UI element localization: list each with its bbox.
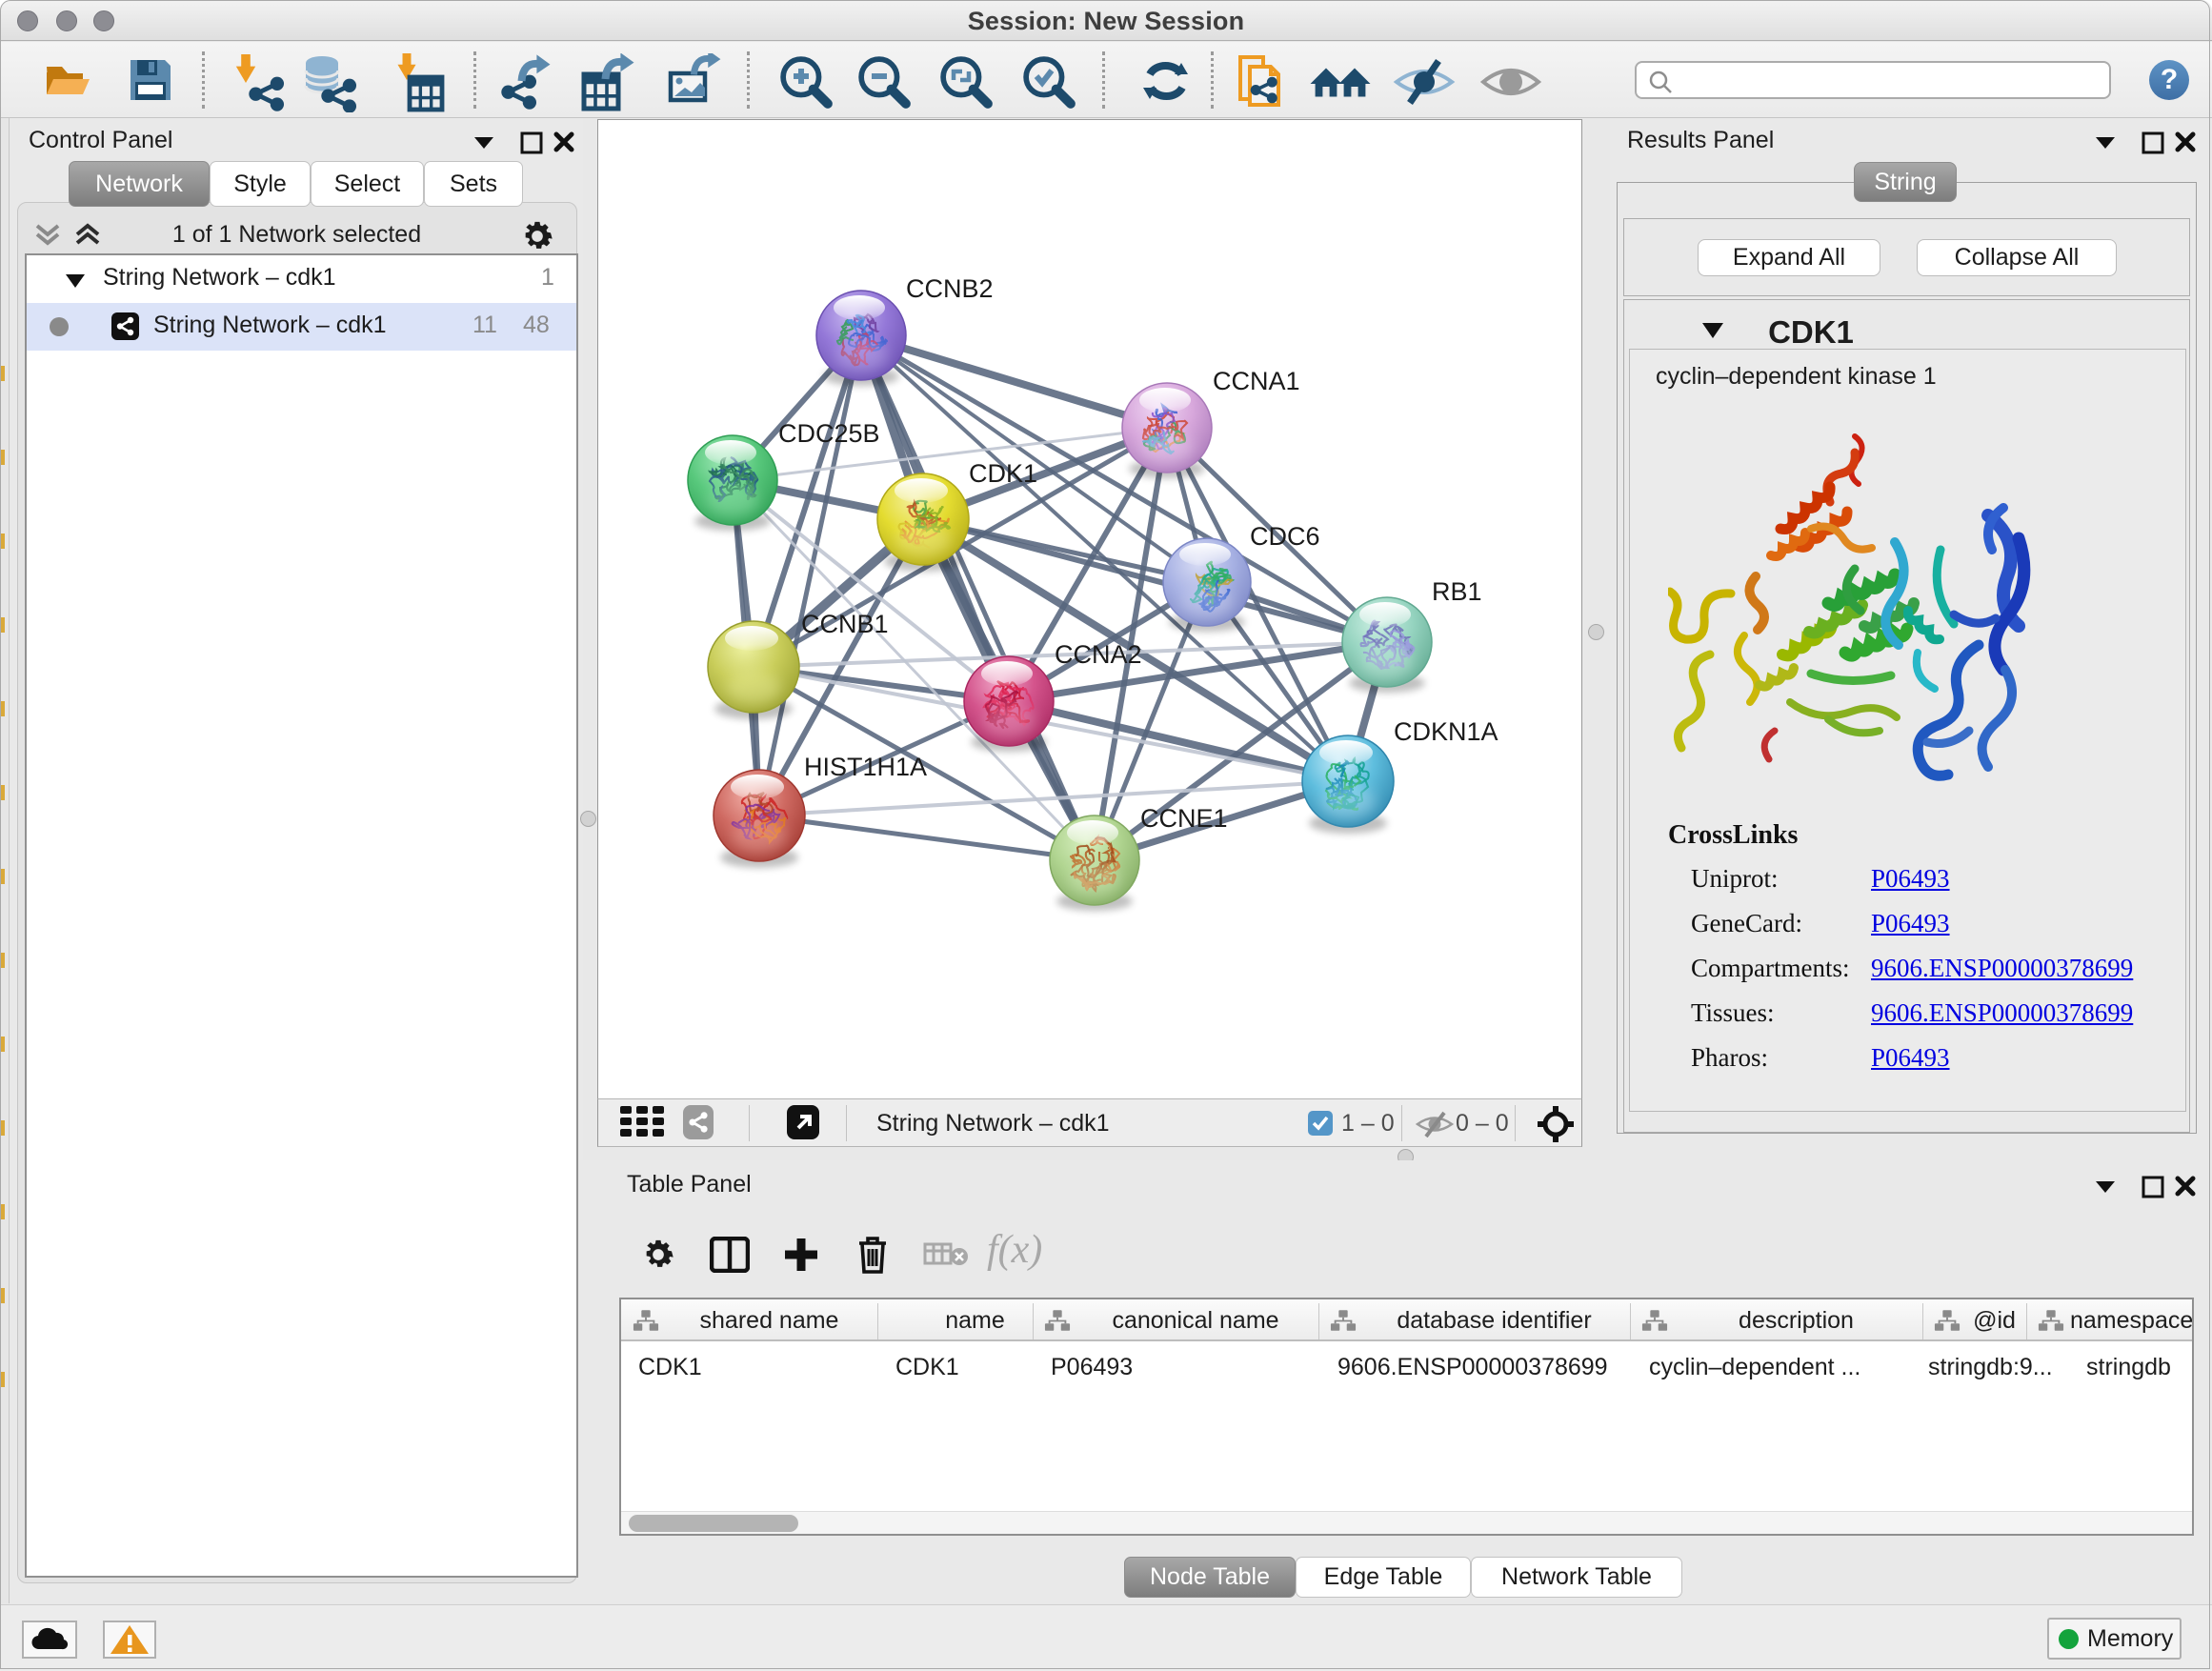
svg-text:HIST1H1A: HIST1H1A <box>804 753 927 781</box>
svg-text:CCNE1: CCNE1 <box>1140 804 1228 833</box>
svg-text:RB1: RB1 <box>1432 577 1482 606</box>
svg-text:CDK1: CDK1 <box>969 459 1037 488</box>
svg-text:CDKN1A: CDKN1A <box>1394 717 1498 746</box>
svg-text:CCNB2: CCNB2 <box>906 274 994 303</box>
svg-text:CCNB1: CCNB1 <box>801 610 889 638</box>
svg-text:CCNA1: CCNA1 <box>1213 367 1300 395</box>
svg-text:CDC6: CDC6 <box>1250 522 1320 551</box>
svg-text:CCNA2: CCNA2 <box>1055 640 1142 669</box>
svg-text:CDC25B: CDC25B <box>778 419 880 448</box>
